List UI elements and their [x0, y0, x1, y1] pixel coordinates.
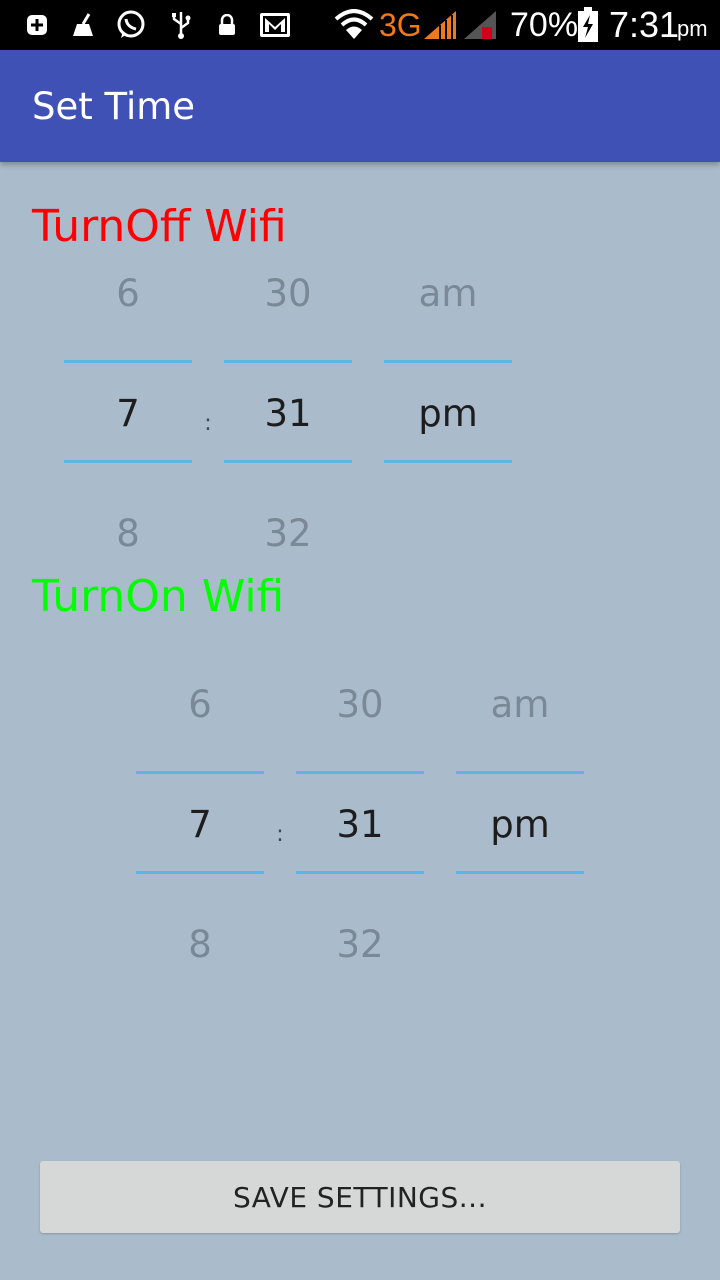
hour-current[interactable]: 7 [136, 795, 264, 855]
usb-icon [168, 8, 194, 42]
save-settings-button[interactable]: SAVE SETTINGS... [40, 1161, 680, 1233]
ampm-divider-top [456, 771, 584, 774]
ampm-spinner[interactable]: am pm [456, 675, 584, 975]
signal-secondary-icon [462, 8, 498, 42]
clock-ampm: pm [677, 16, 708, 41]
turnoff-time-picker: 6 7 8 : 30 31 32 am pm [64, 264, 584, 564]
ampm-prev[interactable]: am [384, 264, 512, 324]
ampm-prev[interactable]: am [456, 675, 584, 735]
hour-current[interactable]: 7 [64, 384, 192, 444]
minute-prev[interactable]: 30 [296, 675, 424, 735]
battery-charging-icon [576, 7, 600, 42]
minute-current[interactable]: 31 [224, 384, 352, 444]
clock-time: 7:31 [609, 4, 680, 45]
minute-divider-bottom [224, 460, 352, 463]
app-bar: Set Time [0, 50, 720, 162]
network-type: 3G [379, 7, 422, 43]
battery-percent: 70% [510, 6, 579, 44]
minute-next[interactable]: 32 [224, 504, 352, 564]
minute-divider-bottom [296, 871, 424, 874]
minute-spinner[interactable]: 30 31 32 [296, 675, 424, 975]
hour-spinner[interactable]: 6 7 8 [136, 675, 264, 975]
ampm-next[interactable] [456, 915, 584, 975]
minute-next[interactable]: 32 [296, 915, 424, 975]
minute-divider-top [224, 360, 352, 363]
minute-divider-top [296, 771, 424, 774]
hour-spinner[interactable]: 6 7 8 [64, 264, 192, 564]
add-box-icon [24, 8, 50, 42]
minute-prev[interactable]: 30 [224, 264, 352, 324]
hour-next[interactable]: 8 [136, 915, 264, 975]
page-title: Set Time [32, 85, 196, 128]
hour-divider-top [64, 360, 192, 363]
gmail-icon [258, 8, 292, 42]
turnoff-wifi-label: TurnOff Wifi [32, 201, 287, 252]
ampm-divider-bottom [384, 460, 512, 463]
wifi-icon [334, 8, 374, 42]
time-separator: : [276, 822, 284, 847]
broom-icon [70, 8, 98, 42]
signal-icon [422, 8, 458, 42]
whatsapp-icon [114, 8, 148, 42]
ampm-divider-top [384, 360, 512, 363]
turnon-time-picker: 6 7 8 : 30 31 32 am pm [136, 675, 656, 975]
status-bar: 3G 70% 7:31 pm [0, 0, 720, 50]
hour-divider-top [136, 771, 264, 774]
minute-spinner[interactable]: 30 31 32 [224, 264, 352, 564]
ampm-current[interactable]: pm [456, 795, 584, 855]
turnon-wifi-label: TurnOn Wifi [32, 571, 285, 622]
hour-divider-bottom [136, 871, 264, 874]
lock-icon [216, 8, 238, 42]
hour-prev[interactable]: 6 [64, 264, 192, 324]
hour-next[interactable]: 8 [64, 504, 192, 564]
ampm-current[interactable]: pm [384, 384, 512, 444]
hour-prev[interactable]: 6 [136, 675, 264, 735]
minute-current[interactable]: 31 [296, 795, 424, 855]
ampm-spinner[interactable]: am pm [384, 264, 512, 564]
ampm-divider-bottom [456, 871, 584, 874]
hour-divider-bottom [64, 460, 192, 463]
time-separator: : [204, 411, 212, 436]
ampm-next[interactable] [384, 504, 512, 564]
